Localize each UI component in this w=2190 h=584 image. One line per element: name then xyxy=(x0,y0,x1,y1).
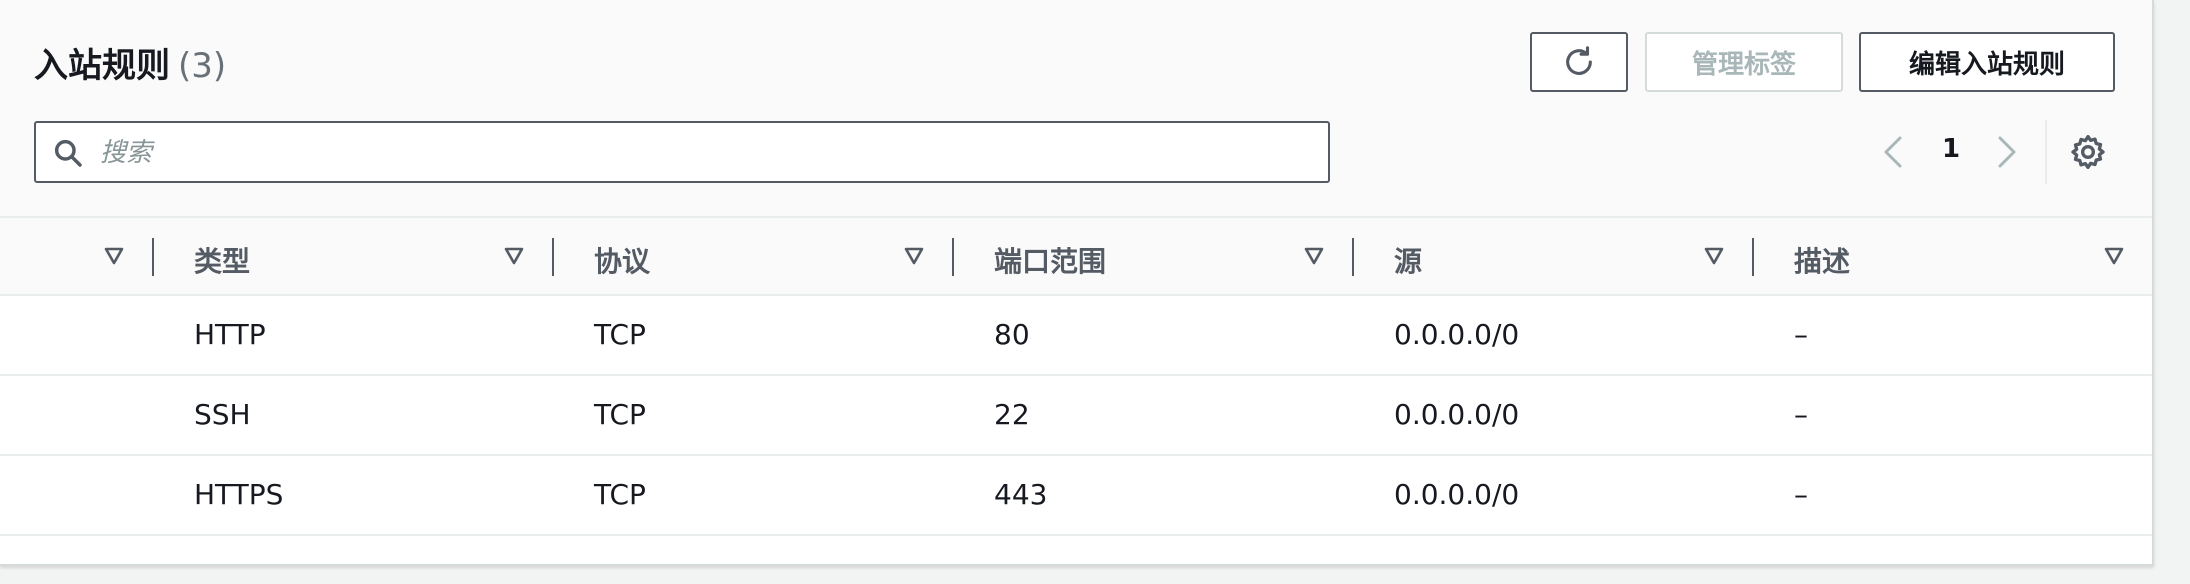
column-label-protocol: 协议 xyxy=(594,245,651,278)
refresh-button[interactable] xyxy=(1530,32,1628,92)
cell-description: – xyxy=(1794,478,1808,511)
column-header-source[interactable]: 源 xyxy=(1354,218,1754,294)
cell-port-range: 443 xyxy=(994,478,1048,511)
edit-inbound-rules-button[interactable]: 编辑入站规则 xyxy=(1859,32,2115,92)
table-header: 类型 协议 端口范围 源 描述 xyxy=(0,218,2152,296)
title-text: 入站规则 xyxy=(34,46,170,86)
panel-header: 入站规则(3) 管理标签 编辑入站规则 1 xyxy=(0,0,2152,218)
cell-description: – xyxy=(1794,318,1808,351)
rule-count: (3) xyxy=(178,46,227,86)
cell-description: – xyxy=(1794,398,1808,431)
page-title: 入站规则 (3) xyxy=(34,38,226,87)
column-header-port-range[interactable]: 端口范围 xyxy=(954,218,1354,294)
cell-protocol: TCP xyxy=(594,478,646,511)
refresh-icon xyxy=(1566,46,1592,75)
preferences-button[interactable] xyxy=(2068,132,2108,172)
table-row[interactable]: SSH TCP 22 0.0.0.0/0 – xyxy=(0,376,2152,456)
cell-type: SSH xyxy=(194,398,251,431)
sort-caret-down-icon xyxy=(2104,247,2124,265)
cell-type: HTTPS xyxy=(194,478,284,511)
next-page-button[interactable] xyxy=(1992,132,2022,172)
cell-type: HTTP xyxy=(194,318,266,351)
previous-page-button[interactable] xyxy=(1878,132,1908,172)
cell-port-range: 22 xyxy=(994,398,1030,431)
cell-source: 0.0.0.0/0 xyxy=(1394,398,1520,431)
cell-source: 0.0.0.0/0 xyxy=(1394,318,1520,351)
sort-caret-down-icon xyxy=(904,247,924,265)
search-input[interactable] xyxy=(98,131,1302,175)
search-box[interactable] xyxy=(34,121,1330,183)
sort-caret-down-icon xyxy=(504,247,524,265)
cell-source: 0.0.0.0/0 xyxy=(1394,478,1520,511)
column-label-port-range: 端口范围 xyxy=(994,245,1107,278)
manage-tags-button[interactable]: 管理标签 xyxy=(1645,32,1843,92)
cell-protocol: TCP xyxy=(594,398,646,431)
column-header-select[interactable] xyxy=(0,218,154,294)
sort-caret-down-icon xyxy=(1704,247,1724,265)
page-number[interactable]: 1 xyxy=(1936,134,1966,164)
cell-protocol: TCP xyxy=(594,318,646,351)
chevron-right-icon xyxy=(1998,136,2016,168)
column-header-type[interactable]: 类型 xyxy=(154,218,554,294)
sort-caret-down-icon xyxy=(1304,247,1324,265)
sort-caret-down-icon xyxy=(104,247,124,265)
gear-icon xyxy=(2071,135,2105,169)
column-label-source: 源 xyxy=(1394,245,1423,278)
chevron-left-icon xyxy=(1884,136,1902,168)
table-row[interactable]: HTTP TCP 80 0.0.0.0/0 – xyxy=(0,296,2152,376)
search-icon xyxy=(54,139,82,167)
cell-port-range: 80 xyxy=(994,318,1030,351)
table-row[interactable]: HTTPS TCP 443 0.0.0.0/0 – xyxy=(0,456,2152,536)
column-label-description: 描述 xyxy=(1794,245,1851,278)
column-header-description[interactable]: 描述 xyxy=(1754,218,2152,294)
column-header-protocol[interactable]: 协议 xyxy=(554,218,954,294)
pagination-divider xyxy=(2045,120,2047,184)
inbound-rules-panel: 入站规则(3) 管理标签 编辑入站规则 1 xyxy=(0,0,2154,566)
column-label-type: 类型 xyxy=(194,245,251,278)
